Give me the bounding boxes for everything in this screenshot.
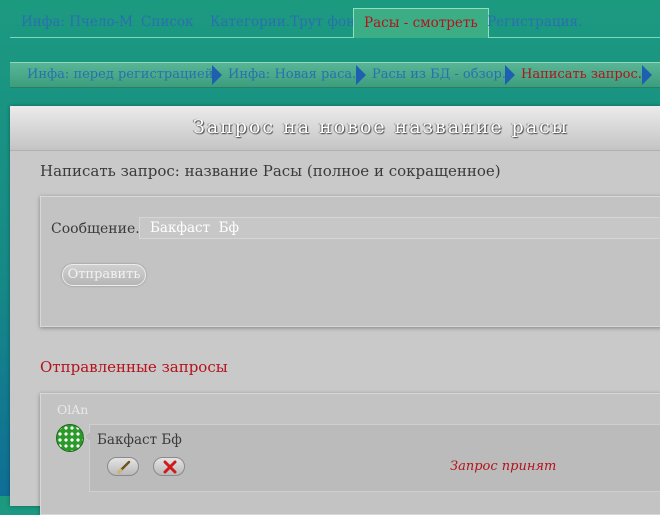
edit-button[interactable] — [107, 457, 139, 476]
breadcrumb-item-new-race[interactable]: Инфа: Новая раса. — [228, 63, 356, 87]
x-icon — [163, 460, 177, 474]
arrow-right-icon — [642, 65, 652, 85]
status-text: Запрос принят — [450, 459, 557, 474]
tab-info-pchelo[interactable]: Инфа: Пчело-М — [21, 8, 133, 36]
request-text: Бакфаст Бф — [97, 432, 182, 448]
arrow-right-icon — [505, 65, 515, 85]
avatar — [56, 424, 84, 452]
tab-races-view[interactable]: Расы - смотреть — [353, 8, 489, 38]
message-label: Сообщение.. — [51, 221, 145, 237]
arrow-right-icon — [212, 65, 222, 85]
tab-registration[interactable]: Регистрация. — [487, 8, 582, 36]
breadcrumb-item-write-request[interactable]: Написать запрос. — [521, 63, 642, 87]
request-panel: Запрос на новое название расы Написать з… — [10, 106, 660, 515]
sent-request-item: OlAn Бакфаст Бф Запрос принят — [40, 393, 660, 515]
sent-requests-title: Отправленные запросы — [40, 358, 228, 376]
pencil-icon — [117, 460, 131, 474]
panel-header: Запрос на новое название расы — [10, 106, 660, 151]
arrow-right-icon — [356, 65, 366, 85]
page-title: Запрос на новое название расы — [193, 116, 569, 138]
tab-list[interactable]: Список — [141, 8, 193, 36]
request-bubble: Бакфаст Бф Запрос принят — [89, 424, 660, 492]
breadcrumb-item-races-db[interactable]: Расы из БД - обзор. — [372, 63, 506, 87]
send-button[interactable]: Отправить — [62, 264, 146, 286]
breadcrumb-item-before-registration[interactable]: Инфа: перед регистрацией. — [27, 63, 218, 87]
tab-categories[interactable]: Категории.Трут фон. — [210, 8, 359, 36]
request-form: Сообщение.. Отправить — [40, 196, 660, 327]
message-input[interactable] — [139, 217, 660, 239]
panel-subtitle: Написать запрос: название Расы (полное и… — [40, 162, 501, 180]
delete-button[interactable] — [153, 457, 185, 476]
breadcrumb: Инфа: перед регистрацией. Инфа: Новая ра… — [10, 62, 660, 88]
author-name: OlAn — [57, 402, 89, 417]
top-tabs: Инфа: Пчело-М Список Категории.Трут фон.… — [10, 8, 660, 38]
